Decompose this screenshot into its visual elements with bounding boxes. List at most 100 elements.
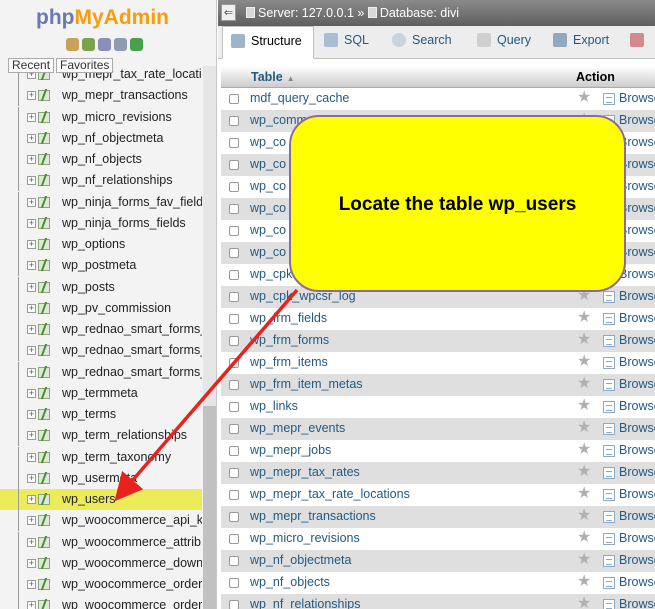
browse-link[interactable]: Browse — [619, 465, 655, 479]
table-name-link[interactable]: wp_mepr_jobs — [250, 443, 331, 457]
browse-link[interactable]: Browse — [619, 311, 655, 325]
favorite-star-icon[interactable]: ★ — [577, 507, 591, 525]
tree-item[interactable]: + wp_woocommerce_attrib — [0, 531, 202, 553]
row-checkbox[interactable] — [229, 204, 239, 214]
expand-icon[interactable]: + — [27, 431, 36, 441]
expand-icon[interactable]: + — [27, 473, 36, 483]
browse-link[interactable]: Browse — [619, 333, 655, 347]
table-name-link[interactable]: wp_mepr_tax_rate_locations — [250, 487, 410, 501]
expand-icon[interactable]: + — [27, 303, 36, 313]
row-checkbox[interactable] — [229, 424, 239, 434]
table-name-link[interactable]: wp_co — [250, 157, 286, 171]
tree-item[interactable]: + wp_nf_objects — [0, 149, 202, 170]
row-checkbox[interactable] — [229, 358, 239, 368]
row-checkbox[interactable] — [229, 380, 239, 390]
favorite-star-icon[interactable]: ★ — [577, 529, 591, 547]
collapse-nav-button[interactable]: ⇐ — [221, 4, 236, 21]
expand-icon[interactable]: + — [27, 91, 36, 101]
browse-link[interactable]: Browse — [619, 91, 655, 105]
favorite-star-icon[interactable]: ★ — [577, 573, 591, 591]
tree-item[interactable]: + wp_woocommerce_order — [0, 574, 202, 595]
table-name-link[interactable]: wp_co — [250, 179, 286, 193]
browse-link[interactable]: Browse — [619, 355, 655, 369]
tree-item[interactable]: + wp_woocommerce_api_k — [0, 510, 202, 532]
tab-recent[interactable]: Recent — [8, 58, 55, 73]
tab-favorites[interactable]: Favorites — [56, 58, 114, 73]
expand-icon[interactable]: + — [27, 367, 36, 377]
favorite-star-icon[interactable]: ★ — [577, 353, 591, 371]
favorite-star-icon[interactable]: ★ — [577, 89, 591, 107]
browse-link[interactable]: Browse — [619, 531, 655, 545]
table-name-link[interactable]: wp_frm_item_metas — [250, 377, 363, 391]
tab-sql[interactable]: SQL — [324, 26, 369, 59]
tree-item[interactable]: + wp_term_relationships — [0, 425, 202, 447]
browse-link[interactable]: Browse — [619, 487, 655, 501]
tree-item[interactable]: + wp_posts — [0, 276, 202, 298]
expand-icon[interactable]: + — [27, 133, 36, 143]
table-name-link[interactable]: wp_nf_relationships — [250, 597, 361, 609]
browse-link[interactable]: Browse — [619, 443, 655, 457]
row-checkbox[interactable] — [229, 336, 239, 346]
tree-item[interactable]: + wp_ninja_forms_fields — [0, 212, 202, 234]
breadcrumb-database[interactable]: Database: divi — [380, 6, 459, 20]
tab-search[interactable]: Search — [392, 26, 452, 59]
expand-icon[interactable]: + — [27, 240, 36, 249]
expand-icon[interactable]: + — [27, 261, 36, 271]
tab-query[interactable]: Query — [477, 26, 531, 59]
favorite-star-icon[interactable]: ★ — [577, 441, 591, 459]
table-name-link[interactable]: mdf_query_cache — [250, 91, 349, 105]
expand-icon[interactable]: + — [27, 282, 36, 292]
row-checkbox[interactable] — [229, 138, 239, 148]
tree-item[interactable]: + wp_rednao_smart_forms_ — [0, 340, 202, 362]
expand-icon[interactable]: + — [27, 601, 36, 609]
table-name-link[interactable]: wp_frm_items — [250, 355, 328, 369]
expand-icon[interactable]: + — [27, 218, 36, 228]
row-checkbox[interactable] — [229, 402, 239, 412]
table-name-link[interactable]: wp_mepr_transactions — [250, 509, 376, 523]
table-name-link[interactable]: wp_nf_objectmeta — [250, 553, 351, 567]
table-name-link[interactable]: wp_frm_fields — [250, 311, 327, 325]
browse-link[interactable]: Browse — [619, 509, 655, 523]
table-name-link[interactable]: wp_micro_revisions — [250, 531, 360, 545]
tree-item[interactable]: + wp_terms — [0, 404, 202, 425]
settings-icon[interactable] — [114, 38, 127, 51]
expand-icon[interactable]: + — [27, 558, 36, 568]
favorite-star-icon[interactable]: ★ — [577, 309, 591, 327]
tree-item[interactable]: + wp_options — [0, 234, 202, 255]
browse-link[interactable]: Browse — [619, 553, 655, 567]
breadcrumb-server[interactable]: Server: 127.0.0.1 — [258, 6, 354, 20]
row-checkbox[interactable] — [229, 314, 239, 324]
tree-item[interactable]: + wp_woocommerce_order — [0, 595, 202, 609]
exit-icon[interactable] — [82, 38, 95, 51]
row-checkbox[interactable] — [229, 512, 239, 522]
browse-link[interactable]: Browse — [619, 289, 655, 303]
favorite-star-icon[interactable]: ★ — [577, 485, 591, 503]
tree-item[interactable]: + wp_termmeta — [0, 382, 202, 404]
row-checkbox[interactable] — [229, 468, 239, 478]
table-name-link[interactable]: wp_co — [250, 223, 286, 237]
tree-item[interactable]: + wp_pv_commission — [0, 297, 202, 319]
row-checkbox[interactable] — [229, 556, 239, 566]
tree-item[interactable]: + wp_users — [0, 489, 202, 510]
tab-export[interactable]: Export — [553, 26, 609, 59]
row-checkbox[interactable] — [229, 160, 239, 170]
tree-item[interactable]: + wp_postmeta — [0, 255, 202, 277]
browse-link[interactable]: Browse — [619, 597, 655, 609]
docs-icon[interactable] — [98, 38, 111, 51]
table-name-link[interactable]: wp_co — [250, 201, 286, 215]
expand-icon[interactable]: + — [27, 112, 36, 122]
table-name-link[interactable]: wp_cpk — [250, 267, 292, 281]
expand-icon[interactable]: + — [27, 516, 36, 526]
expand-icon[interactable]: + — [27, 410, 36, 419]
phpmyadmin-logo[interactable]: phpMyAdmin — [0, 6, 205, 30]
browse-link[interactable]: Browse — [619, 421, 655, 435]
favorite-star-icon[interactable]: ★ — [577, 551, 591, 569]
favorite-star-icon[interactable]: ★ — [577, 419, 591, 437]
favorite-star-icon[interactable]: ★ — [577, 375, 591, 393]
table-name-link[interactable]: wp_nf_objects — [250, 575, 330, 589]
home-icon[interactable] — [66, 38, 79, 51]
table-name-link[interactable]: wp_links — [250, 399, 298, 413]
expand-icon[interactable]: + — [27, 325, 36, 334]
tree-item[interactable]: + wp_nf_relationships — [0, 170, 202, 192]
table-name-link[interactable]: wp_mepr_events — [250, 421, 345, 435]
